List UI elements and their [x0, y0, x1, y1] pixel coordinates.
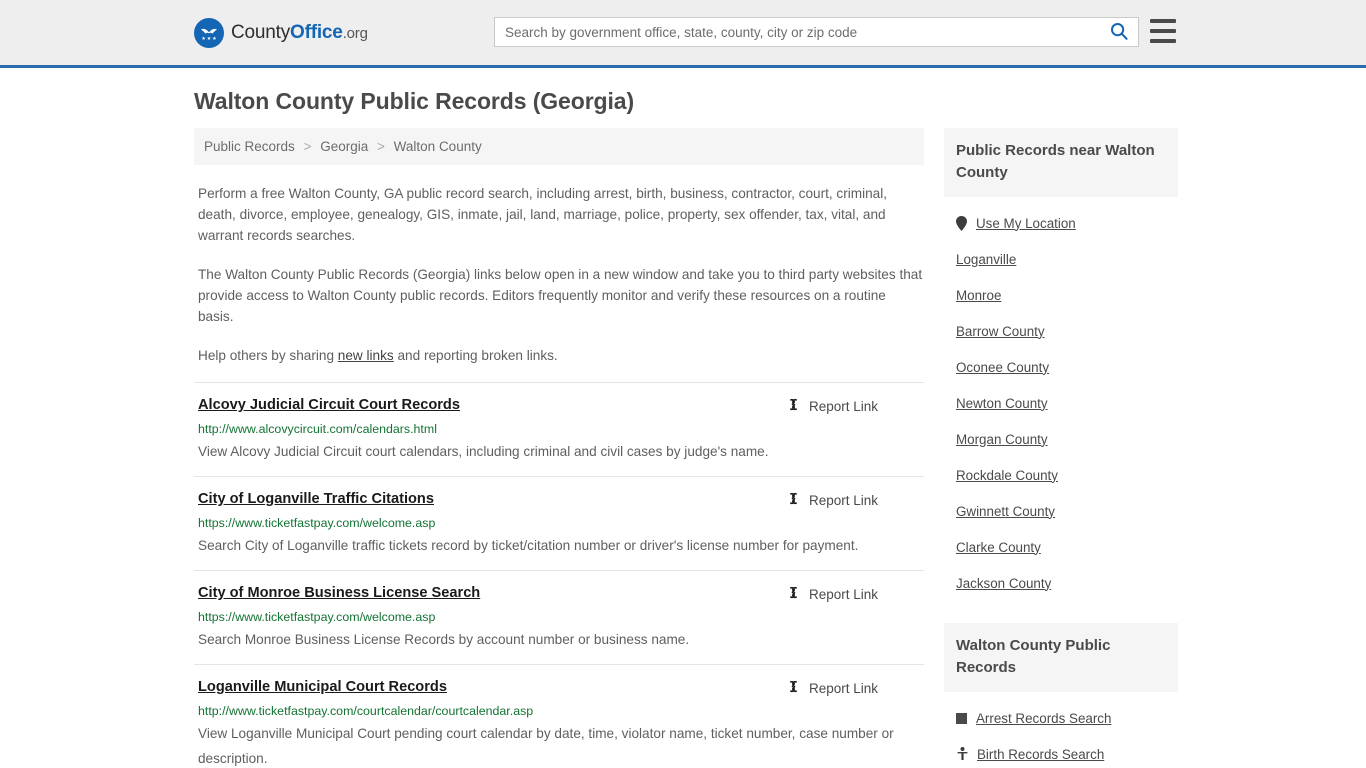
listing-title-link[interactable]: Loganville Municipal Court Records	[198, 678, 447, 696]
sidebar-heading-records: Walton County Public Records	[944, 623, 1178, 692]
map-pin-icon	[956, 215, 967, 231]
site-header: CountyOffice.org	[0, 0, 1366, 68]
brand-part-tld: .org	[342, 24, 368, 42]
hamburger-bar	[1150, 39, 1176, 43]
report-link-button[interactable]: Report Link	[786, 679, 878, 697]
sidebar-link-label[interactable]: Monroe	[956, 288, 1001, 303]
site-logo[interactable]: CountyOffice.org	[194, 17, 368, 48]
brand-part-office: Office	[290, 21, 343, 43]
sidebar-records-list: Arrest Records Search Birth Records Sear…	[944, 700, 1178, 768]
intro-paragraph-2: The Walton County Public Records (Georgi…	[198, 267, 923, 324]
sidebar-item-gwinnett-county[interactable]: Gwinnett County	[944, 493, 1178, 529]
search-button[interactable]	[1100, 18, 1138, 46]
page-title: Walton County Public Records (Georgia)	[194, 88, 635, 114]
sidebar-link-label[interactable]: Gwinnett County	[956, 504, 1055, 519]
sidebar-item-loganville[interactable]: Loganville	[944, 241, 1178, 277]
broken-chain-icon	[786, 679, 801, 697]
sidebar-heading-nearby: Public Records near Walton County	[944, 128, 1178, 197]
report-link-label: Report Link	[808, 492, 878, 508]
search-bar[interactable]	[494, 17, 1139, 47]
intro-p3-before: Help others by sharing	[198, 348, 338, 363]
eagle-seal-logo-icon	[194, 17, 224, 48]
listing-description: View Alcovy Judicial Circuit court calen…	[198, 444, 769, 459]
broken-chain-icon	[786, 585, 801, 603]
search-input[interactable]	[495, 24, 1100, 40]
listing-title-link[interactable]: Alcovy Judicial Circuit Court Records	[198, 396, 460, 414]
sidebar-link-label[interactable]: Oconee County	[956, 360, 1049, 375]
sidebar-item-newton-county[interactable]: Newton County	[944, 385, 1178, 421]
page-body: Walton County Public Records (Georgia) P…	[0, 88, 1366, 768]
brand-part-county: County	[231, 21, 291, 43]
breadcrumb: Public Records > Georgia > Walton County	[194, 128, 924, 165]
sidebar-item-jackson-county[interactable]: Jackson County	[944, 565, 1178, 601]
main-content: Public Records > Georgia > Walton County…	[194, 128, 924, 768]
sidebar-nearby-list: Use My Location Loganville Monroe Barrow…	[944, 205, 1178, 601]
broken-chain-icon	[786, 397, 801, 415]
sidebar-item-use-my-location[interactable]: Use My Location	[944, 205, 1178, 241]
report-link-button[interactable]: Report Link	[786, 585, 878, 603]
sidebar-link-label[interactable]: Clarke County	[956, 540, 1041, 555]
fingerprint-square-icon	[956, 712, 967, 724]
sidebar-link-label[interactable]: Jackson County	[956, 576, 1051, 591]
report-link-button[interactable]: Report Link	[786, 397, 878, 415]
broken-chain-icon	[786, 491, 801, 509]
sidebar-item-arrest-records-search[interactable]: Arrest Records Search	[944, 700, 1178, 736]
hamburger-bar	[1150, 29, 1176, 33]
breadcrumb-item-walton-county[interactable]: Walton County	[394, 139, 482, 154]
listing-url: https://www.ticketfastpay.com/welcome.as…	[198, 610, 436, 624]
sidebar-item-clarke-county[interactable]: Clarke County	[944, 529, 1178, 565]
hamburger-menu-icon[interactable]	[1150, 19, 1176, 43]
report-link-button[interactable]: Report Link	[786, 491, 878, 509]
listing-description: Search Monroe Business License Records b…	[198, 632, 690, 647]
breadcrumb-item-georgia[interactable]: Georgia	[320, 139, 368, 154]
intro-text: Perform a free Walton County, GA public …	[194, 183, 924, 366]
breadcrumb-separator: >	[303, 139, 312, 154]
listing-item: Alcovy Judicial Circuit Court Records Re…	[194, 382, 924, 476]
sidebar-item-monroe[interactable]: Monroe	[944, 277, 1178, 313]
listing-item: Loganville Municipal Court Records Repor…	[194, 664, 924, 768]
sidebar-link-label[interactable]: Newton County	[956, 396, 1048, 411]
sidebar-item-oconee-county[interactable]: Oconee County	[944, 349, 1178, 385]
breadcrumb-separator: >	[377, 139, 385, 154]
sidebar-item-barrow-county[interactable]: Barrow County	[944, 313, 1178, 349]
report-link-label: Report Link	[808, 680, 878, 696]
new-links-link[interactable]: new links	[338, 348, 394, 363]
sidebar-item-birth-records-search[interactable]: Birth Records Search	[944, 736, 1178, 768]
sidebar-link-label[interactable]: Morgan County	[956, 432, 1048, 447]
sidebar-link-label[interactable]: Rockdale County	[956, 468, 1058, 483]
listing-url: http://www.alcovycircuit.com/calendars.h…	[198, 422, 437, 436]
listing-title-link[interactable]: City of Loganville Traffic Citations	[198, 490, 434, 508]
sidebar-link-label[interactable]: Loganville	[956, 252, 1016, 267]
intro-paragraph-3: Help others by sharing new links and rep…	[198, 345, 924, 366]
sidebar-link-label[interactable]: Barrow County	[956, 324, 1045, 339]
report-link-label: Report Link	[808, 398, 878, 414]
listing-item: City of Monroe Business License Search R…	[194, 570, 924, 664]
listing-url: https://www.ticketfastpay.com/welcome.as…	[198, 516, 436, 530]
listing-url: http://www.ticketfastpay.com/courtcalend…	[198, 704, 534, 718]
listing-title-link[interactable]: City of Monroe Business License Search	[198, 584, 480, 602]
hamburger-bar	[1150, 19, 1176, 23]
report-link-label: Report Link	[808, 586, 878, 602]
listing-description: Search City of Loganville traffic ticket…	[198, 538, 859, 553]
listing-item: City of Loganville Traffic Citations Rep…	[194, 476, 924, 570]
brand-wordmark: CountyOffice.org	[231, 22, 368, 44]
intro-paragraph-1: Perform a free Walton County, GA public …	[198, 186, 888, 243]
sidebar-item-rockdale-county[interactable]: Rockdale County	[944, 457, 1178, 493]
breadcrumb-item-public-records[interactable]: Public Records	[204, 139, 295, 154]
sidebar-link-label[interactable]: Arrest Records Search	[976, 711, 1111, 726]
intro-p3-after: and reporting broken links.	[393, 348, 558, 363]
baby-icon	[956, 746, 968, 762]
sidebar: Public Records near Walton County Use My…	[944, 128, 1178, 768]
listing-description: View Loganville Municipal Court pending …	[198, 726, 894, 766]
sidebar-link-label[interactable]: Use My Location	[976, 216, 1076, 231]
sidebar-item-morgan-county[interactable]: Morgan County	[944, 421, 1178, 457]
search-icon	[1110, 22, 1128, 43]
sidebar-link-label[interactable]: Birth Records Search	[977, 747, 1104, 762]
